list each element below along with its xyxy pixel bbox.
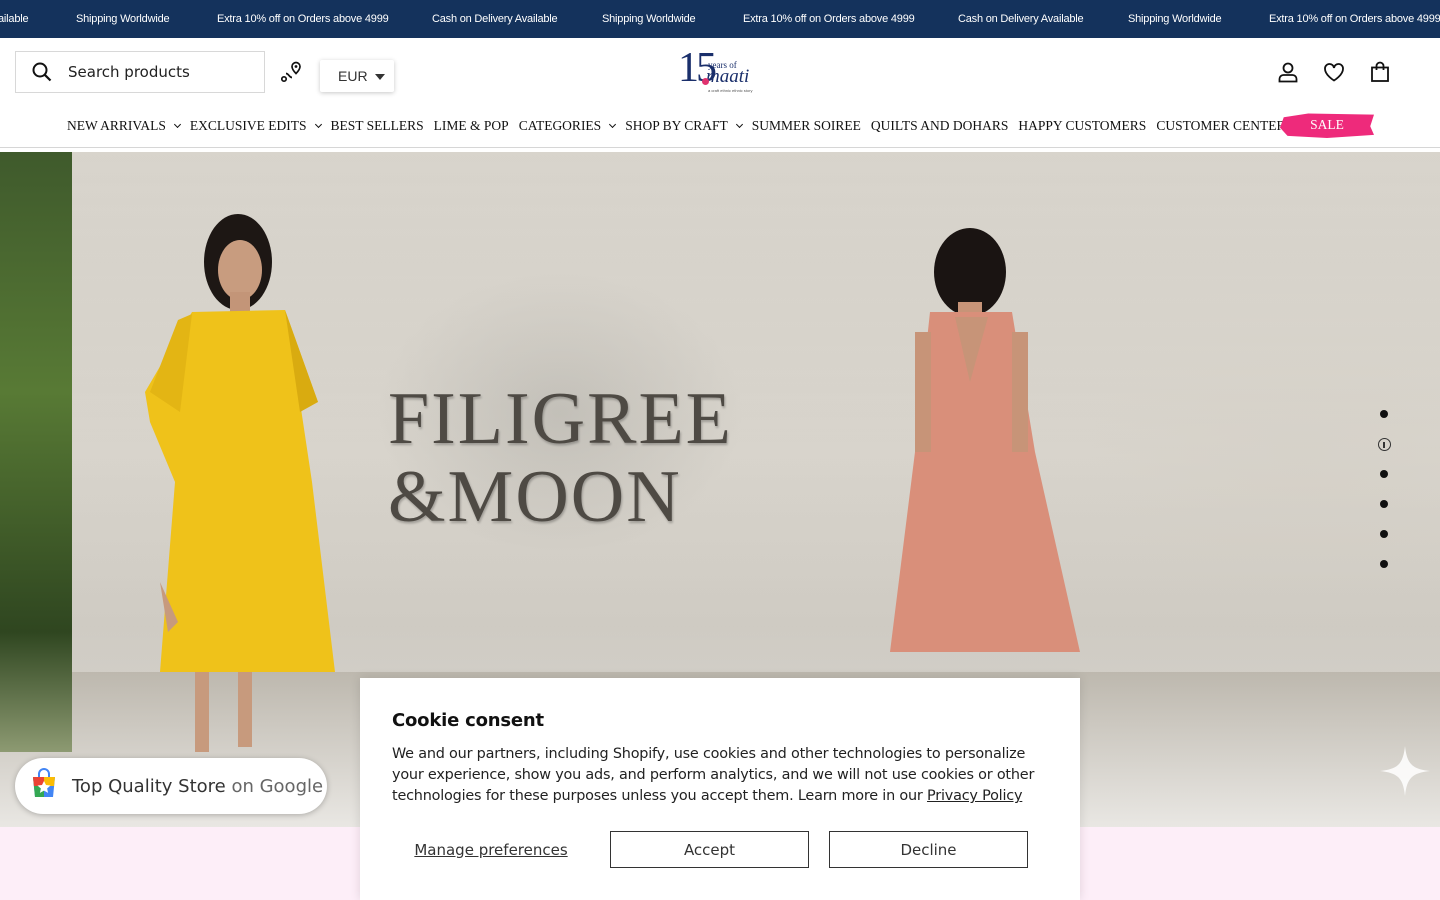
chevron-down-icon — [609, 120, 617, 129]
nav-item-categories[interactable]: CATEGORIES — [518, 118, 617, 134]
google-shopping-bag-icon — [28, 767, 60, 805]
nav-label: BEST SELLERS — [330, 118, 424, 133]
announcement-text: ailable — [0, 13, 29, 25]
caret-down-icon — [375, 74, 385, 80]
search-icon[interactable] — [16, 52, 68, 92]
logo-dot — [702, 78, 709, 85]
manage-preferences-button[interactable]: Manage preferences — [392, 831, 590, 868]
privacy-policy-link[interactable]: Privacy Policy — [927, 788, 1022, 804]
nav-label: LIME & POP — [433, 118, 509, 133]
nav-label: NEW ARRIVALS — [67, 118, 166, 133]
slide-dot[interactable] — [1380, 470, 1388, 478]
hero-title: FILIGREE &MOON — [388, 380, 733, 536]
hero-title-line2: &MOON — [388, 456, 682, 538]
wishlist-icon[interactable] — [1322, 60, 1346, 84]
nav-item-quilts-and-dohars[interactable]: QUILTS AND DOHARS — [871, 118, 1009, 134]
announcement-text: Shipping Worldwide — [76, 13, 170, 25]
chevron-down-icon — [173, 120, 181, 129]
announcement-text: Extra 10% off on Orders above 4999 — [217, 13, 389, 25]
search-bar[interactable] — [15, 51, 265, 93]
slide-dot-active[interactable] — [1377, 438, 1391, 451]
announcement-text: Shipping Worldwide — [1128, 13, 1222, 25]
main-nav: NEW ARRIVALS EXCLUSIVE EDITS BEST SELLER… — [0, 108, 1440, 148]
hero-title-line1: FILIGREE — [388, 378, 733, 460]
nav-item-customer-center[interactable]: CUSTOMER CENTER — [1156, 118, 1301, 134]
announcement-text: Shipping Worldwide — [602, 13, 696, 25]
cookie-actions: Manage preferences Accept Decline — [392, 831, 1048, 869]
search-input[interactable] — [68, 63, 248, 81]
nav-label: HAPPY CUSTOMERS — [1018, 118, 1147, 133]
slide-dot[interactable] — [1380, 530, 1388, 538]
nav-item-lime-pop[interactable]: LIME & POP — [434, 118, 509, 134]
announcement-text: Cash on Delivery Available — [958, 13, 1084, 25]
nav-item-best-sellers[interactable]: BEST SELLERS — [331, 118, 424, 134]
sparkle-icon — [1380, 746, 1430, 796]
nav-label: SHOP BY CRAFT — [625, 118, 728, 133]
decline-button[interactable]: Decline — [829, 831, 1028, 868]
announcement-text: Extra 10% off on Orders above 4999 — [1269, 13, 1440, 25]
logo-tagline: a craft ethnic ethnic story — [708, 88, 753, 93]
nav-item-shop-by-craft[interactable]: SHOP BY CRAFT — [625, 118, 743, 134]
logo-brand: maati — [706, 66, 750, 87]
bag-icon[interactable] — [1368, 60, 1392, 84]
slide-dot[interactable] — [1380, 560, 1388, 568]
site-header: EUR 15 years of maati a craft ethnic eth… — [0, 38, 1440, 108]
badge-text-main: Top Quality Store — [72, 775, 226, 797]
nav-item-new-arrivals[interactable]: NEW ARRIVALS — [67, 118, 181, 134]
account-icon[interactable] — [1276, 60, 1300, 84]
accept-button[interactable]: Accept — [610, 831, 809, 868]
slide-dot[interactable] — [1380, 410, 1388, 418]
nav-label: CUSTOMER CENTER — [1156, 118, 1286, 133]
nav-item-happy-customers[interactable]: HAPPY CUSTOMERS — [1018, 118, 1146, 134]
cookie-title: Cookie consent — [392, 710, 544, 731]
badge-text: Top Quality Store on Google — [72, 776, 323, 797]
sale-label: SALE — [1310, 117, 1344, 132]
cookie-consent-dialog: Cookie consent We and our partners, incl… — [360, 678, 1080, 900]
nav-item-sale[interactable]: SALE — [1280, 112, 1374, 138]
badge-text-suffix: on Google — [231, 775, 324, 797]
nav-label: SUMMER SOIREE — [751, 118, 861, 133]
slide-dot[interactable] — [1380, 500, 1388, 508]
currency-selector[interactable]: EUR — [320, 60, 394, 92]
announcement-text: Extra 10% off on Orders above 4999 — [743, 13, 915, 25]
nav-label: EXCLUSIVE EDITS — [189, 118, 307, 133]
chevron-down-icon — [735, 120, 743, 129]
currency-value: EUR — [338, 68, 368, 84]
cookie-body: We and our partners, including Shopify, … — [392, 744, 1048, 807]
store-locator-icon[interactable] — [279, 60, 303, 84]
nav-item-summer-soiree[interactable]: SUMMER SOIREE — [752, 118, 861, 134]
google-store-badge[interactable]: Top Quality Store on Google — [15, 758, 327, 814]
nav-label: CATEGORIES — [518, 118, 602, 133]
announcement-bar: ailable Shipping Worldwide Extra 10% off… — [0, 0, 1440, 38]
nav-item-exclusive-edits[interactable]: EXCLUSIVE EDITS — [189, 118, 322, 134]
chevron-down-icon — [314, 120, 322, 129]
nav-label: QUILTS AND DOHARS — [870, 118, 1009, 133]
site-logo[interactable]: 15 years of maati a craft ethnic ethnic … — [672, 45, 768, 94]
announcement-text: Cash on Delivery Available — [432, 13, 558, 25]
